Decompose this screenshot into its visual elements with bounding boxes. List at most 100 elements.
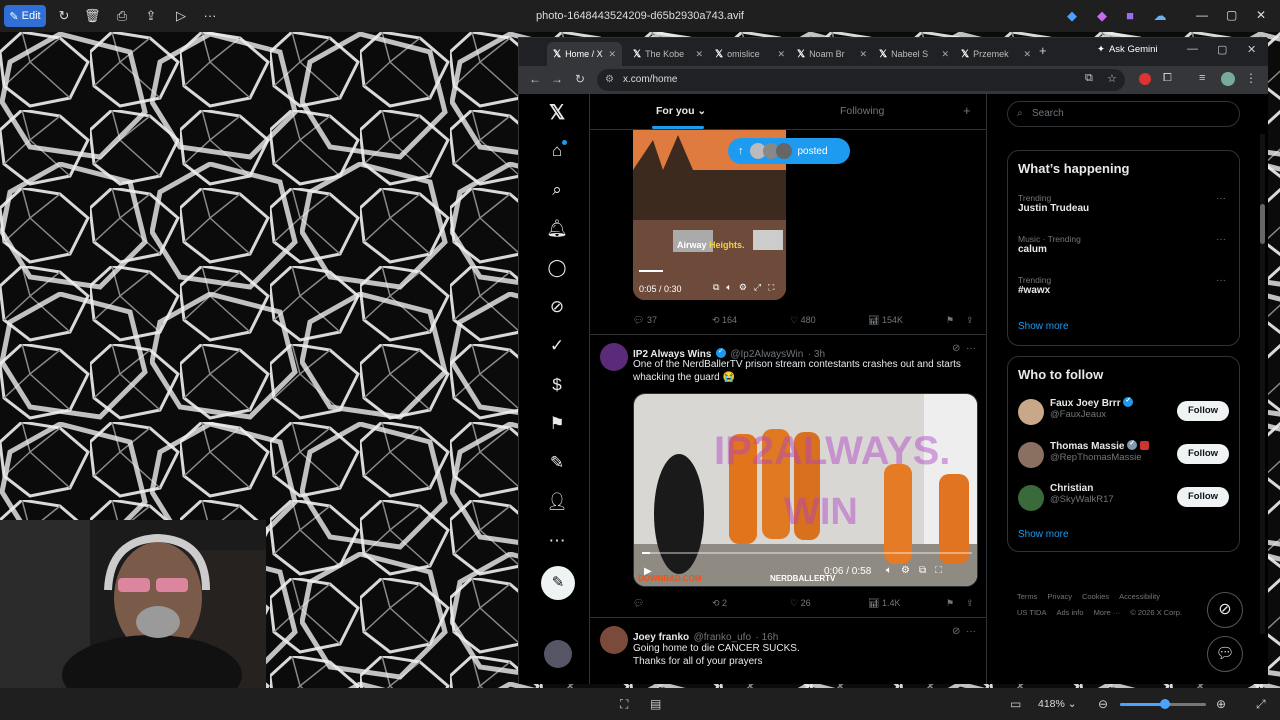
fullscreen-icon[interactable]: ⤢ xyxy=(1256,697,1266,712)
add-feed-icon[interactable]: + xyxy=(963,103,971,118)
suggested-user[interactable]: Thomas Massie @RepThomasMassie xyxy=(1050,439,1150,463)
more-icon[interactable]: ⋯ xyxy=(546,530,568,552)
tab-for-you[interactable]: For you ⌄ xyxy=(656,105,706,117)
footer-link[interactable]: Accessibility xyxy=(1119,592,1160,601)
trend-more-icon[interactable]: ··· xyxy=(1216,234,1226,245)
tweet-more-icon[interactable]: ··· xyxy=(966,626,976,637)
footer-link[interactable]: Privacy xyxy=(1047,592,1072,601)
communities-icon[interactable]: ✓ xyxy=(546,335,568,357)
zoom-slider-thumb[interactable] xyxy=(1160,699,1170,709)
tab-przemek[interactable]: 𝕏 Przemek ✕ xyxy=(955,42,1037,66)
browser-menu-icon[interactable]: ⋮ xyxy=(1245,71,1257,85)
video-progress[interactable] xyxy=(639,270,663,272)
footer-link[interactable]: More ··· xyxy=(1094,608,1121,617)
repost-button[interactable]: ⟲ 164 xyxy=(712,315,737,326)
scrollbar-thumb[interactable] xyxy=(1260,204,1265,244)
clipchamp-icon[interactable]: ■ xyxy=(1122,8,1138,24)
new-tab-icon[interactable]: + xyxy=(1039,43,1047,58)
share-button[interactable]: ⇪ xyxy=(966,598,974,609)
follow-button[interactable]: Follow xyxy=(1177,487,1229,507)
like-button[interactable]: ♡ 480 xyxy=(790,315,816,326)
compose-post-button[interactable]: ✎ xyxy=(541,566,575,600)
tweet-more-icon[interactable]: ··· xyxy=(966,343,976,354)
grok-float-button[interactable]: ⊘ xyxy=(1207,592,1243,628)
fit-icon[interactable]: ▭ xyxy=(1010,697,1021,711)
explore-icon[interactable]: ⌕ xyxy=(546,179,568,201)
bookmark-button[interactable]: ⚑ xyxy=(946,598,954,609)
grok-explain-icon[interactable]: ⊘ xyxy=(952,343,960,354)
show-more-link[interactable]: Show more xyxy=(1018,321,1069,332)
maximize-icon[interactable]: ▢ xyxy=(1217,43,1227,56)
profile-icon[interactable]: 👤︎ xyxy=(546,491,568,513)
trend-more-icon[interactable]: ··· xyxy=(1216,193,1226,204)
delete-icon[interactable]: 🗑 xyxy=(84,8,101,24)
text-select-icon[interactable]: ▤ xyxy=(650,697,661,711)
avatar[interactable] xyxy=(1018,442,1044,468)
minimize-icon[interactable]: — xyxy=(1196,8,1208,22)
ask-gemini-button[interactable]: ✦ Ask Gemini xyxy=(1097,44,1158,55)
install-icon[interactable]: ⧉ xyxy=(1085,72,1093,85)
media-icon[interactable]: ≡ xyxy=(1199,72,1205,84)
tab-kobe[interactable]: 𝕏 The Kobe ✕ xyxy=(627,42,709,66)
show-more-link[interactable]: Show more xyxy=(1018,529,1069,540)
follow-button[interactable]: Follow xyxy=(1177,444,1229,464)
follow-button[interactable]: Follow xyxy=(1177,401,1229,421)
trend-item[interactable]: Trending Justin Trudeau xyxy=(1018,193,1089,214)
reload-icon[interactable]: ↻ xyxy=(575,72,585,86)
forward-icon[interactable]: → xyxy=(551,72,563,86)
messages-icon[interactable]: ◯ xyxy=(546,257,568,279)
extensions-icon[interactable]: ⧠ xyxy=(1163,72,1172,85)
close-tab-icon[interactable]: ✕ xyxy=(941,49,949,60)
bookmark-button[interactable]: ⚑ xyxy=(946,315,954,326)
tweet-video[interactable]: IP2ALWAYS. WIN DOWNBAD.COM NERDBALLERTV … xyxy=(633,393,978,587)
share-button[interactable]: ⇪ xyxy=(966,315,974,326)
video-controls[interactable]: 🔈︎⚙⧉⛶ xyxy=(886,565,951,576)
close-tab-icon[interactable]: ✕ xyxy=(695,49,703,60)
trend-item[interactable]: Music · Trending calum xyxy=(1018,234,1081,255)
footer-link[interactable]: US TIDA xyxy=(1017,608,1046,617)
play-icon[interactable]: ▶ xyxy=(644,566,652,577)
minimize-icon[interactable]: — xyxy=(1187,43,1198,55)
account-avatar[interactable] xyxy=(544,640,572,668)
reply-button[interactable]: 💬︎ xyxy=(633,598,644,609)
cloud-icon[interactable]: ☁ xyxy=(1152,8,1168,24)
grok-explain-icon[interactable]: ⊘ xyxy=(952,626,960,637)
views-button[interactable]: 📊︎ 154K xyxy=(868,315,903,326)
trend-more-icon[interactable]: ··· xyxy=(1216,275,1226,286)
scrollbar[interactable] xyxy=(1260,134,1265,634)
tab-following[interactable]: Following xyxy=(840,105,884,117)
search-input[interactable]: ⌕ Search xyxy=(1007,101,1240,127)
suggested-user[interactable]: Faux Joey Brrr @FauxJeaux xyxy=(1050,396,1134,420)
close-icon[interactable]: ✕ xyxy=(1247,43,1256,56)
designer-icon[interactable]: ◆ xyxy=(1094,8,1110,24)
adblock-icon[interactable] xyxy=(1139,73,1151,85)
zoom-in-icon[interactable]: ⊕ xyxy=(1216,697,1226,711)
profile-avatar[interactable] xyxy=(1221,72,1235,86)
like-button[interactable]: ♡ 26 xyxy=(790,598,811,609)
zoom-slider[interactable] xyxy=(1120,699,1206,709)
articles-icon[interactable]: ✎ xyxy=(546,452,568,474)
avatar[interactable] xyxy=(600,343,628,371)
edit-button[interactable]: ✎ Edit xyxy=(4,5,46,27)
close-tab-icon[interactable]: ✕ xyxy=(777,49,785,60)
grok-icon[interactable]: ⊘ xyxy=(546,296,568,318)
notifications-icon[interactable]: 🔔︎ xyxy=(546,218,568,240)
avatar[interactable] xyxy=(600,626,628,654)
new-posts-pill[interactable]: ↑ posted xyxy=(728,138,850,164)
close-icon[interactable]: ✕ xyxy=(1256,8,1266,22)
tab-noam[interactable]: 𝕏 Noam Br ✕ xyxy=(791,42,873,66)
maximize-icon[interactable]: ▢ xyxy=(1226,8,1237,22)
copilot-icon[interactable]: ◆ xyxy=(1064,8,1080,24)
footer-link[interactable]: Terms xyxy=(1017,592,1037,601)
zoom-level[interactable]: 418% ⌄ xyxy=(1038,698,1077,710)
back-icon[interactable]: ← xyxy=(529,72,541,86)
zoom-out-icon[interactable]: ⊖ xyxy=(1098,697,1108,711)
bookmarks-icon[interactable]: ⚑ xyxy=(546,413,568,435)
messages-float-button[interactable]: 💬︎ xyxy=(1207,636,1243,672)
home-icon[interactable]: ⌂ xyxy=(546,140,568,162)
x-logo-icon[interactable]: 𝕏 xyxy=(546,102,568,124)
slideshow-icon[interactable]: ▷ xyxy=(173,8,189,24)
trend-item[interactable]: Trending #wawx xyxy=(1018,275,1051,296)
tab-nabeel[interactable]: 𝕏 Nabeel S ✕ xyxy=(873,42,955,66)
video-controls[interactable]: ⧉🔈︎⚙⤢⛶ xyxy=(713,282,781,293)
